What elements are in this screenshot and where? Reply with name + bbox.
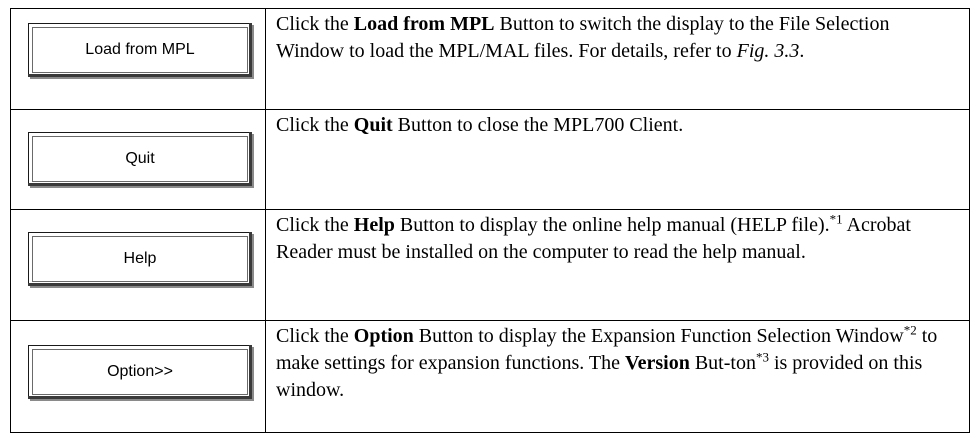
description-text: Button to display the online help manual… [394, 214, 830, 236]
table-row: Help Click the Help Button to display th… [10, 209, 970, 321]
description-cell: Click the Load from MPL Button to switch… [265, 8, 970, 110]
footnote-marker: *3 [755, 349, 769, 365]
button-cell: Load from MPL [10, 8, 266, 110]
button-cell: Help [10, 209, 266, 321]
button-name: Version [625, 352, 690, 374]
table-row: Option>> Click the Option Button to disp… [10, 320, 970, 433]
description-text: . [799, 40, 805, 62]
button-cell: Option>> [10, 320, 266, 433]
description-cell: Click the Option Button to display the E… [265, 320, 970, 433]
description-text: Button to close the MPL700 Client. [392, 114, 684, 136]
button-name: Load from MPL [353, 13, 495, 35]
table-row: Quit Click the Quit Button to close the … [10, 109, 970, 210]
button-name: Help [353, 214, 395, 236]
footnote-marker: *1 [829, 211, 843, 227]
description-text: Click the [276, 13, 354, 35]
quit-button[interactable]: Quit [28, 132, 252, 186]
description-text: Click the [276, 114, 354, 136]
help-button[interactable]: Help [28, 232, 252, 286]
button-description-table: Load from MPL Click the Load from MPL Bu… [10, 8, 970, 433]
button-name: Option [353, 325, 414, 347]
description-text: Click the [276, 325, 354, 347]
description-text: But-ton [689, 352, 756, 374]
load-from-mpl-button[interactable]: Load from MPL [28, 23, 252, 77]
description-text: Click the [276, 214, 354, 236]
option-button[interactable]: Option>> [28, 345, 252, 399]
footnote-marker: *2 [903, 322, 917, 338]
description-text: Button to display the Expansion Function… [413, 325, 904, 347]
table-row: Load from MPL Click the Load from MPL Bu… [10, 8, 970, 110]
figure-reference: Fig. 3.3 [736, 40, 800, 62]
description-cell: Click the Help Button to display the onl… [265, 209, 970, 321]
button-name: Quit [353, 114, 393, 136]
button-cell: Quit [10, 109, 266, 210]
description-cell: Click the Quit Button to close the MPL70… [265, 109, 970, 210]
